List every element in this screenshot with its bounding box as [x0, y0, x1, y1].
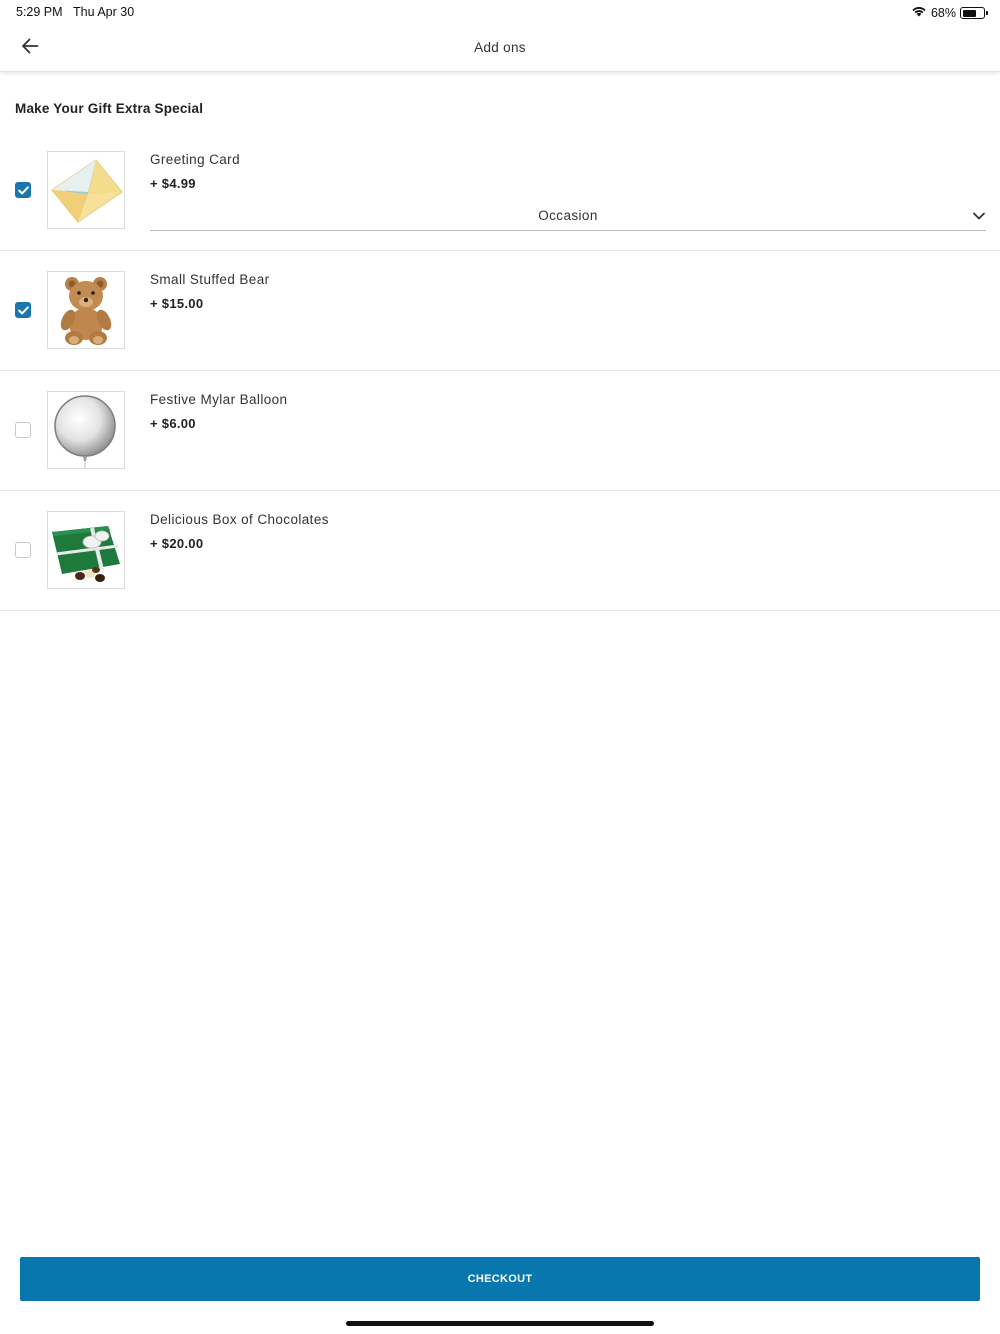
addon-name: Small Stuffed Bear: [150, 272, 270, 287]
occasion-select-label: Occasion: [538, 208, 598, 223]
checkmark-icon: [17, 185, 29, 194]
addon-price: + $4.99: [150, 176, 196, 191]
addon-name: Festive Mylar Balloon: [150, 392, 288, 407]
addon-checkbox[interactable]: [15, 542, 31, 558]
addon-item-stuffed-bear: Small Stuffed Bear + $15.00: [0, 251, 1000, 371]
wifi-icon: [911, 4, 927, 22]
teddy-bear-image: [47, 271, 125, 349]
status-time: 5:29 PM: [16, 5, 63, 19]
addon-item-greeting-card: Greeting Card + $4.99 Occasion: [0, 131, 1000, 251]
addon-checkbox[interactable]: [15, 182, 31, 198]
home-indicator: [346, 1321, 654, 1326]
chocolate-box-image: [47, 511, 125, 589]
checkout-label: CHECKOUT: [467, 1273, 533, 1285]
addon-list: Greeting Card + $4.99 Occasion Small Stu…: [0, 131, 1000, 611]
addon-price: + $15.00: [150, 296, 204, 311]
addon-price: + $20.00: [150, 536, 204, 551]
addon-name: Greeting Card: [150, 152, 240, 167]
battery-percent: 68%: [930, 6, 956, 20]
section-title: Make Your Gift Extra Special: [15, 101, 204, 116]
checkout-button[interactable]: CHECKOUT: [20, 1257, 980, 1301]
chevron-down-icon: [973, 212, 985, 220]
addon-checkbox[interactable]: [15, 422, 31, 438]
silver-balloon-image: [47, 391, 125, 469]
addon-price: + $6.00: [150, 416, 196, 431]
envelope-card-image: [47, 151, 125, 229]
status-bar: 5:29 PM Thu Apr 30 68%: [0, 0, 1000, 24]
checkmark-icon: [17, 305, 29, 314]
occasion-select[interactable]: Occasion: [150, 202, 986, 231]
addon-name: Delicious Box of Chocolates: [150, 512, 329, 527]
status-date: Thu Apr 30: [73, 5, 135, 19]
addon-checkbox[interactable]: [15, 302, 31, 318]
nav-header: Add ons: [0, 24, 1000, 72]
addon-item-mylar-balloon: Festive Mylar Balloon + $6.00: [0, 371, 1000, 491]
battery-icon: [960, 7, 988, 19]
battery-level: [962, 9, 977, 17]
page-title: Add ons: [474, 40, 526, 55]
addon-item-chocolates: Delicious Box of Chocolates + $20.00: [0, 491, 1000, 611]
status-indicators: 68%: [911, 4, 988, 22]
